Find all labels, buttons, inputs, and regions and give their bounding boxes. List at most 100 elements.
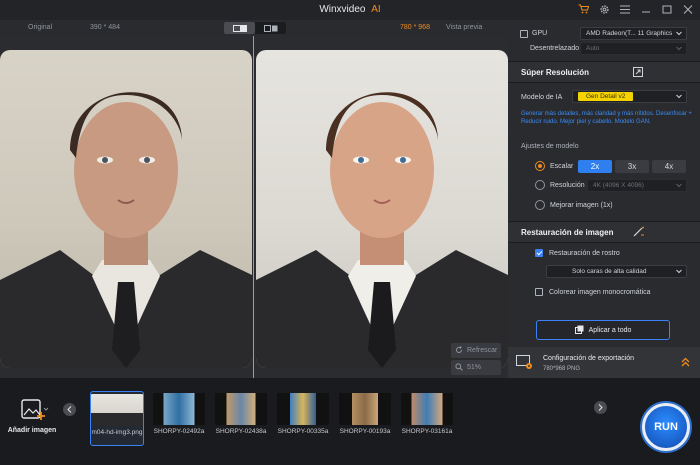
original-label: Original — [28, 24, 53, 31]
enhanced-image — [256, 50, 508, 368]
chevron-down-icon — [676, 94, 682, 101]
ai-model-select[interactable]: Gen Detail v2 — [572, 90, 687, 103]
face-restoration-label: Restauración de rostro — [549, 250, 620, 257]
original-resolution: 390 * 484 — [90, 24, 120, 31]
gpu-section: GPU AMD Radeon(T... 11 Graphics Desentre… — [508, 20, 700, 60]
chevron-down-icon — [676, 183, 682, 190]
app-title-suffix: AI — [371, 4, 381, 15]
thumbnail-name: SHORPY-02438a — [215, 428, 267, 435]
menu-icon[interactable] — [619, 3, 631, 15]
thumbnail-list: m04-hd-img3.png SHORPY-02492a SHORPY-024… — [90, 391, 454, 446]
expand-icon[interactable] — [633, 67, 643, 79]
enhance-image-radio[interactable] — [535, 200, 545, 210]
media-strip: Añadir imagen m04-hd-img3.png SHORPY-024… — [0, 378, 700, 465]
settings-panel: GPU AMD Radeon(T... 11 Graphics Desentre… — [508, 20, 700, 378]
thumbnail-item[interactable]: m04-hd-img3.png — [90, 391, 144, 446]
gpu-device-select[interactable]: AMD Radeon(T... 11 Graphics — [580, 27, 687, 40]
gpu-device-value: AMD Radeon(T... 11 Graphics — [586, 30, 673, 37]
chevron-down-icon — [676, 269, 682, 276]
thumbnail-image — [401, 393, 453, 425]
cart-icon[interactable] — [577, 3, 589, 15]
chevron-down-icon — [676, 31, 682, 38]
gpu-checkbox[interactable] — [520, 30, 528, 38]
thumbnail-item[interactable]: SHORPY-02492a — [152, 391, 206, 446]
colorize-label: Colorear imagen monocromática — [549, 289, 651, 296]
thumbnail-item[interactable]: SHORPY-00335a — [276, 391, 330, 446]
resolution-radio[interactable] — [535, 180, 545, 190]
thumbnail-name: SHORPY-03161a — [401, 428, 453, 435]
thumbnail-name: m04-hd-img3.png — [91, 429, 143, 436]
refresh-button[interactable]: Refrescar — [451, 343, 501, 358]
thumbnail-image — [339, 393, 391, 425]
chevron-down-icon — [676, 46, 682, 53]
magic-wand-icon[interactable] — [633, 226, 645, 239]
preview-area: Refrescar 51% — [0, 36, 508, 378]
export-settings-title: Configuración de exportación — [543, 355, 635, 362]
thumbnail-name: SHORPY-00335a — [277, 428, 329, 435]
apply-to-all-button[interactable]: Aplicar a todo — [536, 320, 670, 340]
scale-4x-button[interactable]: 4x — [652, 160, 686, 173]
maximize-icon[interactable] — [661, 3, 673, 15]
deinterlace-select[interactable]: Auto — [580, 42, 687, 55]
thumbnail-item[interactable]: SHORPY-00193a — [338, 391, 392, 446]
add-image-label: Añadir imagen — [7, 427, 57, 434]
apply-to-all-label: Aplicar a todo — [588, 326, 632, 334]
original-image — [0, 50, 252, 368]
ai-model-value: Gen Detail v2 — [578, 92, 634, 101]
chevron-double-up-icon[interactable] — [681, 357, 690, 369]
model-description: Generar más detalles, más claridad y más… — [521, 111, 692, 125]
scale-2x-button[interactable]: 2x — [578, 160, 612, 173]
scale-radio[interactable] — [535, 161, 545, 171]
add-image-icon — [15, 399, 49, 426]
face-restoration-checkbox[interactable] — [535, 249, 543, 257]
face-mode-select[interactable]: Solo caras de alta calidad — [546, 265, 687, 278]
face-mode-value: Solo caras de alta calidad — [572, 268, 647, 275]
thumbnail-image — [153, 393, 205, 425]
preview-label: Vista previa — [446, 24, 483, 31]
thumbnail-item[interactable]: SHORPY-03161a — [400, 391, 454, 446]
super-resolution-header: Súper Resolución — [508, 62, 700, 82]
zoom-control[interactable]: 51% — [451, 360, 501, 375]
title-bar: Winxvideo AI — [0, 0, 700, 20]
minimize-icon[interactable] — [640, 3, 652, 15]
gpu-label: GPU — [532, 30, 548, 37]
deinterlace-value: Auto — [586, 45, 600, 52]
side-by-side-button[interactable] — [255, 22, 286, 34]
scroll-left-button[interactable] — [63, 403, 76, 416]
resolution-label: Resolución — [550, 182, 585, 189]
thumbnail-name: SHORPY-02492a — [153, 428, 205, 435]
resolution-select[interactable]: 4K (4096 X 4096) — [587, 179, 687, 192]
output-resolution: 780 * 968 — [400, 24, 430, 31]
split-view-button[interactable] — [224, 22, 255, 34]
colorize-checkbox[interactable] — [535, 288, 543, 296]
close-icon[interactable] — [682, 3, 694, 15]
scale-3x-button[interactable]: 3x — [615, 160, 649, 173]
zoom-level: 51% — [467, 364, 482, 371]
refresh-icon — [455, 345, 463, 356]
add-image-button[interactable]: Añadir imagen — [4, 398, 60, 434]
magnifier-icon — [455, 362, 463, 373]
restoration-title: Restauración de imagen — [521, 228, 614, 237]
app-title-text: Winxvideo — [319, 4, 366, 15]
thumbnail-item[interactable]: SHORPY-02438a — [214, 391, 268, 446]
refresh-label: Refrescar — [467, 347, 498, 354]
export-settings-icon — [516, 355, 533, 372]
compare-divider-handle[interactable] — [253, 36, 254, 378]
deinterlace-label: Desentrelazado — [530, 45, 580, 52]
thumbnail-image — [277, 393, 329, 425]
resolution-value: 4K (4096 X 4096) — [593, 182, 644, 189]
enhance-image-label: Mejorar imagen (1x) — [550, 202, 613, 209]
model-settings-label: Ajustes de modelo — [521, 143, 579, 150]
export-settings-info: 780*968 PNG — [543, 366, 581, 372]
compare-mode-toggle — [224, 22, 286, 34]
apply-icon — [574, 325, 584, 336]
thumbnail-name: SHORPY-00193a — [339, 428, 391, 435]
super-resolution-title: Súper Resolución — [521, 68, 590, 77]
run-button[interactable]: RUN — [642, 403, 690, 451]
thumbnail-image — [91, 394, 143, 426]
gear-icon[interactable] — [598, 3, 610, 15]
scale-label: Escalar — [550, 163, 574, 170]
export-settings-bar[interactable]: Configuración de exportación 780*968 PNG — [508, 347, 700, 378]
scroll-right-button[interactable] — [594, 401, 607, 414]
ai-model-label: Modelo de IA — [521, 94, 563, 101]
